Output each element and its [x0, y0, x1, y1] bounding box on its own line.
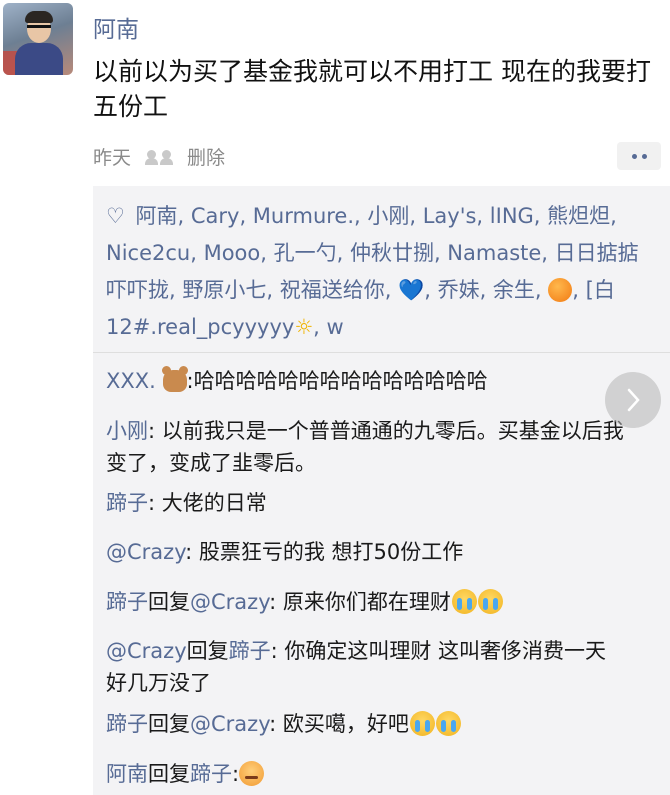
- commenter-name[interactable]: 蹄子: [106, 712, 148, 736]
- commenter-name[interactable]: 小刚: [106, 419, 148, 443]
- reply-word: 回复: [148, 762, 190, 786]
- comment-text: :: [232, 762, 240, 786]
- commenter-name[interactable]: XXX.: [106, 369, 156, 393]
- likes-names[interactable]: , 乔妹, 余生,: [424, 278, 548, 302]
- likes-names[interactable]: , w: [313, 315, 344, 339]
- next-page-button[interactable]: [605, 372, 661, 428]
- crying-emoji: [451, 589, 477, 614]
- comment-text: : 大佬的日常: [148, 491, 267, 515]
- comment[interactable]: 蹄子: 大佬的日常: [106, 487, 626, 519]
- reply-target-name[interactable]: 蹄子: [190, 762, 232, 786]
- post-time: 昨天: [93, 146, 132, 169]
- sun-emoji: ☼: [294, 315, 314, 339]
- comment[interactable]: @Crazy: 股票狂亏的我 想打50份工作: [106, 536, 626, 568]
- commenter-name[interactable]: @Crazy: [106, 639, 187, 663]
- commenter-name[interactable]: 蹄子: [106, 491, 148, 515]
- more-dot-icon: [641, 153, 647, 159]
- reply-word: 回复: [186, 639, 229, 663]
- comment[interactable]: XXX. :哈哈哈哈哈哈哈哈哈哈哈哈哈哈: [106, 365, 626, 397]
- crying-emoji: [477, 589, 503, 614]
- comment-text: : 以前我只是一个普普通通的九零后。买基金以后我变了，变成了韭零后。: [106, 419, 624, 475]
- visibility-icon[interactable]: [145, 147, 175, 165]
- blue-heart-emoji: 💙: [398, 278, 425, 302]
- avatar-hair: [25, 11, 53, 23]
- delete-link[interactable]: 删除: [187, 143, 225, 170]
- author-avatar[interactable]: [3, 3, 73, 75]
- avatar-shirt: [15, 43, 63, 75]
- commenter-name[interactable]: @Crazy: [106, 540, 185, 564]
- orange-emoji: [548, 278, 573, 302]
- commenter-name[interactable]: 阿南: [106, 762, 148, 786]
- commenter-name[interactable]: 蹄子: [106, 590, 148, 614]
- avatar-glasses: [27, 25, 51, 34]
- crying-emoji: [409, 711, 435, 736]
- comment[interactable]: 蹄子回复@Crazy: 欧买噶，好吧: [106, 708, 626, 740]
- comment-text: : 欧买噶，好吧: [269, 712, 409, 736]
- reply-target-name[interactable]: 蹄子: [229, 639, 271, 663]
- comment[interactable]: 小刚: 以前我只是一个普普通通的九零后。买基金以后我变了，变成了韭零后。: [106, 415, 626, 479]
- comment[interactable]: 阿南回复蹄子:: [106, 758, 626, 790]
- comment-text: : 原来你们都在理财: [269, 590, 451, 614]
- chevron-right-icon: [627, 388, 640, 412]
- comment[interactable]: @Crazy回复蹄子: 你确定这叫理财 这叫奢侈消费一天好几万没了: [106, 635, 626, 699]
- angry-emoji: [239, 761, 265, 786]
- more-dot-icon: [631, 153, 637, 159]
- likes-list: ♡ 阿南, Cary, Murmure., 小刚, Lay's, lING, 熊…: [106, 198, 651, 346]
- reply-target-name[interactable]: @Crazy: [190, 712, 269, 736]
- divider: [93, 352, 670, 353]
- crying-emoji: [435, 711, 461, 736]
- comment[interactable]: 蹄子回复@Crazy: 原来你们都在理财: [106, 586, 626, 618]
- post-text: 以前以为买了基金我就可以不用打工 现在的我要打五份工: [93, 57, 651, 121]
- post-meta: 昨天 删除: [93, 142, 225, 170]
- comment-text: : 股票狂亏的我 想打50份工作: [185, 540, 464, 564]
- like-heart-icon: ♡: [106, 204, 125, 228]
- interaction-panel: ♡ 阿南, Cary, Murmure., 小刚, Lay's, lING, 熊…: [93, 186, 670, 795]
- reply-word: 回复: [148, 590, 190, 614]
- comment-text: :哈哈哈哈哈哈哈哈哈哈哈哈哈哈: [186, 369, 488, 393]
- reply-word: 回复: [148, 712, 190, 736]
- bear-emoji: [161, 366, 188, 392]
- reply-target-name[interactable]: @Crazy: [190, 590, 269, 614]
- more-actions-button[interactable]: [617, 142, 661, 170]
- post-author-name[interactable]: 阿南: [93, 10, 139, 44]
